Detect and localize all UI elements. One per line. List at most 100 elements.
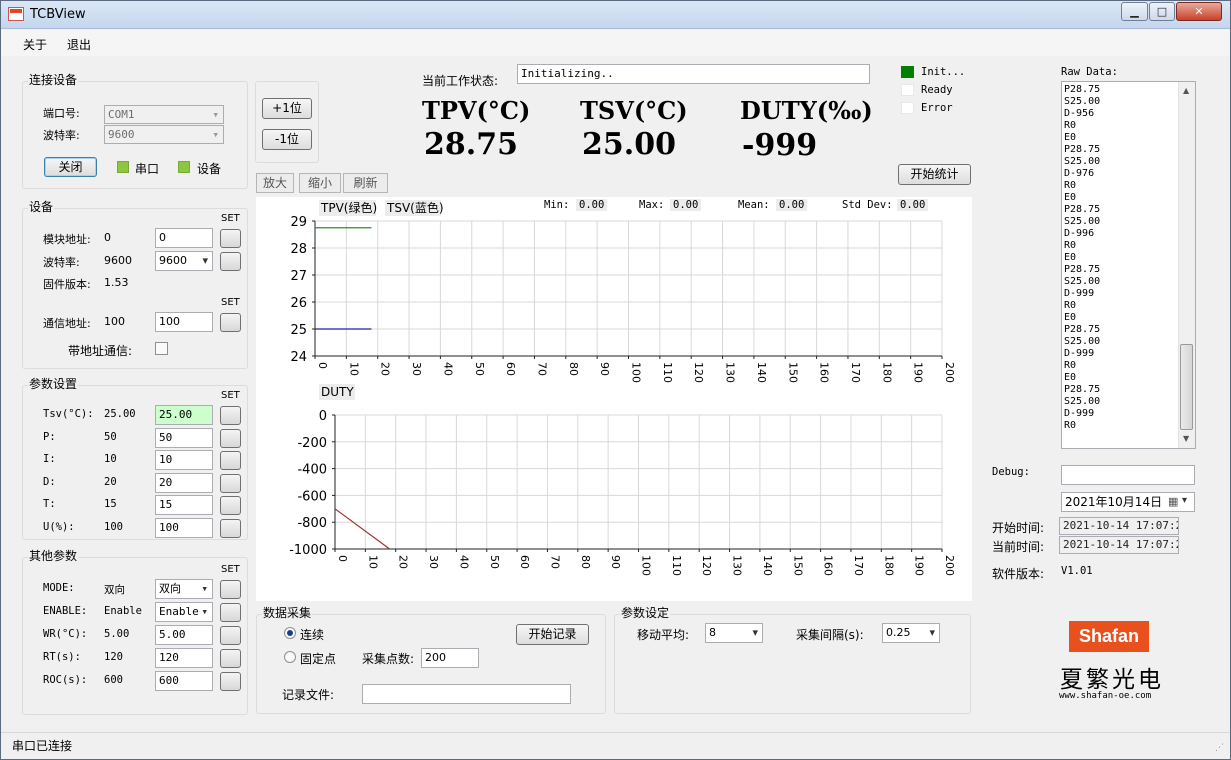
port-select[interactable]: COM1	[104, 105, 224, 124]
comm-addr-set-button[interactable]	[220, 313, 241, 332]
raw-data-line: E0	[1064, 372, 1077, 383]
device-baud-set-button[interactable]	[220, 252, 241, 271]
params-row-set-button[interactable]	[220, 451, 241, 470]
params-row-input[interactable]: 20	[155, 472, 213, 493]
with-addr-checkbox[interactable]	[155, 342, 168, 355]
params-row-input[interactable]: 100	[155, 517, 213, 538]
points-input[interactable]: 200	[421, 648, 479, 668]
maximize-button[interactable]: □	[1149, 2, 1175, 21]
raw-data-line: D-999	[1064, 288, 1095, 299]
other-row-input[interactable]: 600	[155, 671, 213, 691]
close-port-button[interactable]: 关闭	[44, 157, 97, 177]
baud-select[interactable]: 9600	[104, 125, 224, 144]
other-row-label: WR(°C):	[43, 628, 88, 640]
params-row-set-button[interactable]	[220, 406, 241, 425]
params-row-label: I:	[43, 453, 56, 465]
other-row-input[interactable]: 5.00	[155, 625, 213, 645]
close-window-button[interactable]: ✕	[1176, 2, 1222, 21]
y-tick-label: 27	[290, 269, 307, 284]
module-addr-value: 0	[104, 231, 111, 244]
params-row-label: P:	[43, 430, 56, 443]
params-row-label: D:	[43, 475, 56, 488]
params-row-set-button[interactable]	[220, 496, 241, 515]
init-indicator	[901, 66, 914, 78]
device-baud-select[interactable]: 9600	[155, 251, 213, 271]
start-stats-button[interactable]: 开始统计	[898, 164, 971, 185]
device-baud-label: 波特率:	[43, 256, 80, 269]
other-row-value: 5.00	[104, 628, 130, 640]
chevron-down-icon[interactable]: ▾	[1182, 495, 1187, 506]
menu-about[interactable]: 关于	[23, 36, 47, 53]
other-row-value: Enable	[104, 605, 142, 617]
other-row-set-button[interactable]	[220, 649, 241, 668]
other-row-set-button[interactable]	[220, 626, 241, 645]
resize-grip-icon[interactable]: ⋰	[1215, 743, 1224, 753]
x-tick-label: 90	[609, 555, 622, 569]
other-row-set-button[interactable]	[220, 580, 241, 599]
params-row-input[interactable]: 10	[155, 450, 213, 470]
params-row-set-button[interactable]	[220, 518, 241, 538]
x-tick-label: 180	[882, 555, 895, 576]
interval-select[interactable]: 0.25	[882, 623, 940, 643]
raw-data-line: S25.00	[1064, 336, 1101, 347]
comm-set-header: SET	[221, 297, 240, 308]
params-row-set-button[interactable]	[220, 473, 241, 493]
module-addr-input[interactable]: 0	[155, 228, 213, 248]
title-bar: TCBView ▁ □ ✕	[1, 1, 1230, 29]
other-row-set-button[interactable]	[220, 603, 241, 622]
refresh-button[interactable]: 刷新	[343, 173, 388, 193]
zoom-out-button[interactable]: 缩小	[299, 173, 341, 193]
record-file-input[interactable]	[362, 684, 571, 704]
params-row-value: 15	[104, 498, 117, 510]
status-text: 串口已连接	[12, 739, 73, 753]
points-label: 采集点数:	[362, 652, 415, 666]
x-tick-label: 0	[336, 555, 349, 562]
duty-chart-title: DUTY	[321, 385, 354, 399]
x-tick-label: 120	[700, 555, 713, 576]
device-set-header: SET	[221, 213, 240, 224]
params-row-set-button[interactable]	[220, 428, 241, 448]
error-label: Error	[921, 102, 953, 114]
minimize-button[interactable]: ▁	[1121, 2, 1148, 21]
raw-data-scrollbar[interactable]: ▲ ▼	[1178, 82, 1195, 448]
calendar-icon[interactable]: ▦	[1168, 495, 1178, 508]
other-row-set-button[interactable]	[220, 672, 241, 691]
chart-area: 0 10 20 30 40 50 60 70 80 90 100 110 120 130 140 150 160…	[256, 197, 972, 601]
plus-one-button[interactable]: +1位	[262, 98, 312, 119]
scroll-up-icon[interactable]: ▲	[1183, 86, 1189, 95]
work-status-field: Initializing..	[517, 64, 870, 84]
raw-data-line: S25.00	[1064, 96, 1101, 107]
params-row-input[interactable]: 25.00	[155, 405, 213, 425]
raw-data-line: R0	[1064, 360, 1077, 371]
other-row-input[interactable]: 120	[155, 648, 213, 668]
moving-avg-select[interactable]: 8	[705, 623, 763, 643]
other-row-input[interactable]: Enable	[155, 602, 213, 622]
zoom-in-button[interactable]: 放大	[256, 173, 294, 193]
raw-data-line: P28.75	[1064, 264, 1101, 275]
module-addr-set-button[interactable]	[220, 229, 241, 248]
scroll-down-icon[interactable]: ▼	[1183, 434, 1189, 443]
raw-data-line: R0	[1064, 300, 1077, 311]
params-row-input[interactable]: 15	[155, 495, 213, 515]
params-group-title: 参数设置	[28, 375, 79, 392]
fixed-radio[interactable]	[284, 651, 296, 663]
device-label: 设备	[197, 162, 222, 176]
other-group-title: 其他参数	[28, 547, 79, 564]
start-record-button[interactable]: 开始记录	[516, 624, 589, 645]
params-row-label: Tsv(°C):	[43, 408, 94, 420]
raw-data-label: Raw Data:	[1061, 66, 1118, 78]
raw-data-line: P28.75	[1064, 324, 1101, 335]
comm-addr-label: 通信地址:	[43, 317, 91, 330]
continuous-radio[interactable]	[284, 627, 296, 639]
raw-data-list[interactable]: P28.75 S25.00 D-956 R0 E0 P28.75 S25.00 D-976 R0…	[1061, 81, 1196, 449]
minus-one-button[interactable]: -1位	[262, 129, 312, 150]
params-row-input[interactable]: 50	[155, 427, 213, 448]
comm-addr-input[interactable]: 100	[155, 312, 213, 332]
max-label: Max:	[639, 199, 665, 211]
menu-exit[interactable]: 退出	[67, 36, 91, 53]
debug-input[interactable]	[1061, 465, 1195, 485]
y-tick-label: 0	[319, 409, 327, 424]
scroll-thumb[interactable]	[1180, 344, 1193, 430]
other-row-input[interactable]: 双向	[155, 579, 213, 599]
raw-data-line: E0	[1064, 312, 1077, 323]
